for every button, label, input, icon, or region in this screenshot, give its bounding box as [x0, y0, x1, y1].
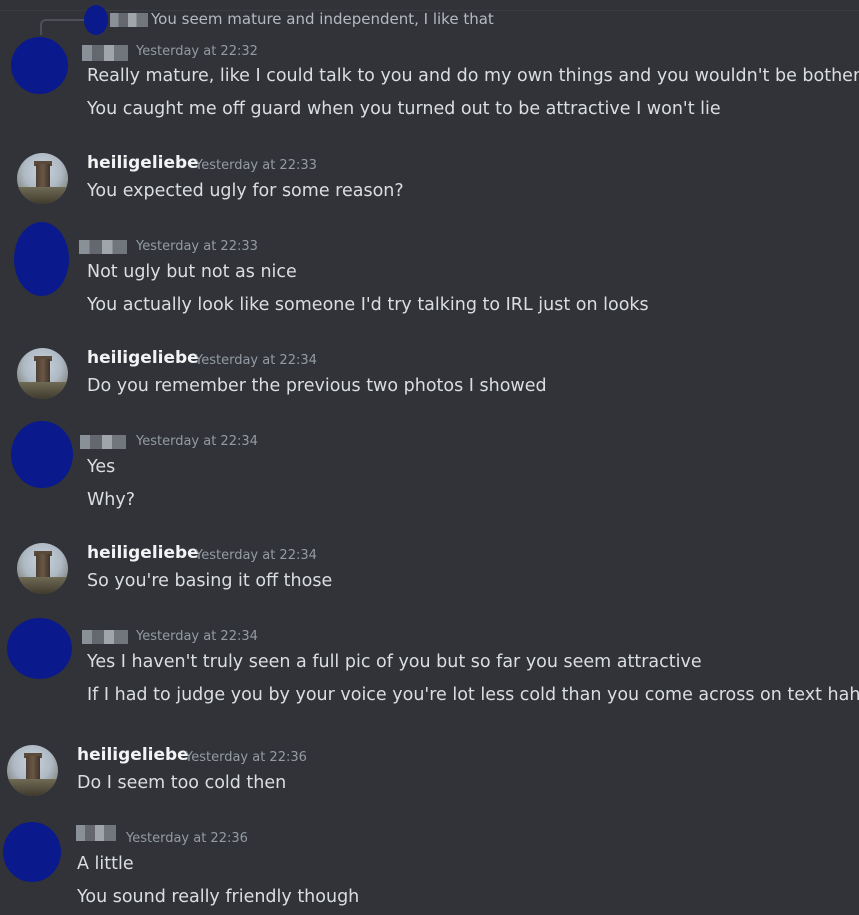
message-line: If I had to judge you by your voice you'… [87, 685, 859, 705]
author-name[interactable]: heiligeliebe [87, 153, 199, 173]
avatar[interactable] [11, 421, 73, 488]
timestamp: Yesterday at 22:34 [195, 548, 317, 563]
reply-avatar [84, 5, 108, 35]
reply-spine [40, 19, 86, 35]
reply-author-redacted [110, 13, 148, 27]
message-line: So you're basing it off those [87, 571, 333, 591]
message-line: A little [77, 854, 134, 874]
avatar[interactable] [7, 745, 58, 796]
avatar[interactable] [7, 618, 72, 679]
timestamp: Yesterday at 22:34 [136, 434, 258, 449]
avatar[interactable] [3, 822, 61, 882]
message-line: Not ugly but not as nice [87, 262, 297, 282]
chat-panel: You seem mature and independent, I like … [0, 0, 859, 915]
reply-text: You seem mature and independent, I like … [151, 10, 494, 28]
timestamp: Yesterday at 22:34 [136, 629, 258, 644]
author-redacted[interactable] [79, 240, 127, 254]
avatar[interactable] [14, 222, 69, 296]
avatar[interactable] [11, 37, 68, 94]
message-line: Really mature, like I could talk to you … [87, 66, 859, 86]
message-line: You actually look like someone I'd try t… [87, 295, 649, 315]
author-redacted[interactable] [82, 630, 128, 644]
avatar[interactable] [17, 543, 68, 594]
timestamp: Yesterday at 22:34 [195, 353, 317, 368]
timestamp: Yesterday at 22:33 [195, 158, 317, 173]
message-line: You sound really friendly though [77, 887, 360, 907]
author-name[interactable]: heiligeliebe [77, 745, 189, 765]
message-line: Yes [87, 457, 116, 477]
author-redacted[interactable] [82, 45, 128, 61]
avatar[interactable] [17, 153, 68, 204]
message-line: Why? [87, 490, 136, 510]
message-line: You expected ugly for some reason? [87, 181, 404, 201]
avatar[interactable] [17, 348, 68, 399]
timestamp: Yesterday at 22:36 [126, 831, 248, 846]
timestamp: Yesterday at 22:32 [136, 44, 258, 59]
timestamp: Yesterday at 22:36 [185, 750, 307, 765]
message-line: Do you remember the previous two photos … [87, 376, 547, 396]
message-line: Do I seem too cold then [77, 773, 287, 793]
timestamp: Yesterday at 22:33 [136, 239, 258, 254]
author-name[interactable]: heiligeliebe [87, 348, 199, 368]
author-name[interactable]: heiligeliebe [87, 543, 199, 563]
message-line: You caught me off guard when you turned … [87, 99, 721, 119]
author-redacted[interactable] [76, 825, 116, 841]
author-redacted[interactable] [80, 435, 126, 449]
message-line: Yes I haven't truly seen a full pic of y… [87, 652, 702, 672]
